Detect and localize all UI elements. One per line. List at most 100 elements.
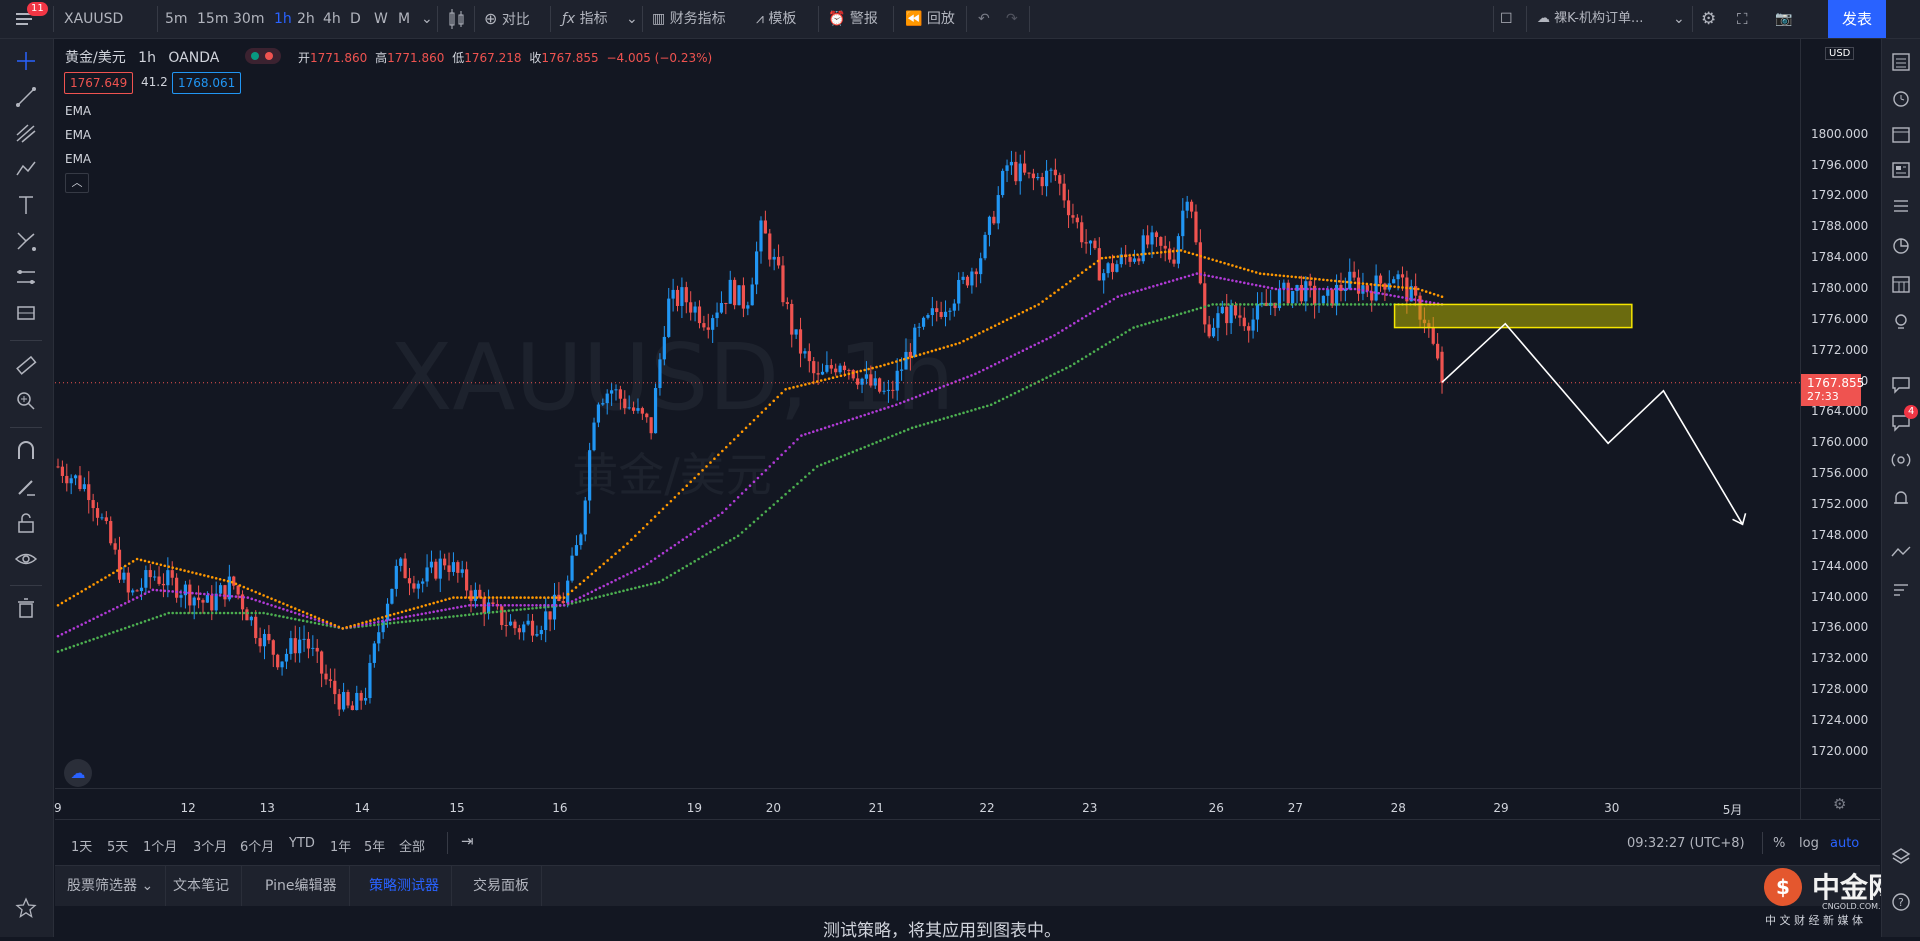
news-icon[interactable]	[1890, 159, 1912, 181]
range-button[interactable]: 1年	[330, 836, 351, 855]
help-icon[interactable]: ?	[1890, 891, 1912, 913]
clock-time[interactable]: 09:32:27 (UTC+8)	[1627, 836, 1745, 851]
auto-toggle[interactable]: auto	[1830, 836, 1859, 851]
study-legend-ema-1[interactable]: EMA	[65, 104, 91, 118]
zoom-in-icon[interactable]	[14, 389, 38, 413]
range-button[interactable]: 全部	[399, 836, 425, 855]
symbol-search[interactable]: XAUUSD	[64, 0, 154, 38]
lock-icon[interactable]	[14, 511, 38, 535]
alarm-clock-icon[interactable]	[1890, 87, 1912, 109]
range-button[interactable]: 5天	[107, 836, 128, 855]
ema-mid-dot	[1144, 287, 1147, 290]
interval-M[interactable]: M	[398, 0, 410, 38]
snapshot-button[interactable]: 📷	[1775, 0, 1792, 38]
templates-button[interactable]: ⩘ 模板	[756, 0, 796, 38]
pitchfork-icon[interactable]	[14, 121, 38, 145]
candle-body	[1181, 210, 1185, 237]
interval-2h[interactable]: 2h	[297, 0, 315, 38]
chart-pane[interactable]: XAUUSD, 1h 黄金/美元 黄金/美元 1h OANDA 开1771.86…	[55, 39, 1800, 788]
dom-icon[interactable]	[1890, 579, 1912, 601]
visibility-toggle[interactable]	[245, 48, 281, 64]
percent-toggle[interactable]: %	[1773, 836, 1785, 851]
layers-icon[interactable]	[1890, 845, 1912, 867]
sell-price-box[interactable]: 1767.649	[64, 72, 134, 94]
ema-slow-dot	[1211, 303, 1214, 306]
pattern-icon[interactable]	[14, 157, 38, 181]
calendar-icon[interactable]	[1890, 123, 1912, 145]
buy-price-box[interactable]: 1768.061	[172, 72, 242, 94]
study-legend-ema-3[interactable]: EMA	[65, 152, 91, 166]
eye-icon[interactable]	[14, 547, 38, 571]
interval-dropdown[interactable]: ⌄	[421, 0, 433, 38]
bottom-tab[interactable]: 股票筛选器 ⌄	[55, 866, 167, 906]
chat-icon[interactable]	[1890, 373, 1912, 395]
range-button[interactable]: 3个月	[193, 836, 227, 855]
range-button[interactable]: 1天	[71, 836, 92, 855]
bottom-tab[interactable]: 策略测试器	[357, 866, 452, 906]
compare-button[interactable]: ⊕ 对比	[484, 0, 530, 38]
layout-selector[interactable]: ☁ 裸K-机构订单...	[1537, 0, 1687, 38]
range-button[interactable]: 1个月	[143, 836, 177, 855]
interval-4h[interactable]: 4h	[323, 0, 341, 38]
ema-fast-dot	[309, 613, 313, 617]
list-icon[interactable]	[1890, 195, 1912, 217]
range-button[interactable]: 6个月	[240, 836, 274, 855]
grid-calendar-icon[interactable]	[1890, 273, 1912, 295]
ruler-lines-icon[interactable]	[14, 265, 38, 289]
price-axis[interactable]: USD 1720.000 1724.000 1728.000 1732.000 1736…	[1800, 39, 1881, 788]
interval-5m[interactable]: 5m	[165, 0, 188, 38]
interval-D[interactable]: D	[350, 0, 361, 38]
trend-line-icon[interactable]	[14, 85, 38, 109]
chart-type-button[interactable]	[447, 0, 467, 38]
bell-icon[interactable]	[1890, 487, 1912, 509]
text-icon[interactable]	[14, 193, 38, 217]
streams-icon[interactable]	[1890, 449, 1912, 471]
tradingview-logo[interactable]: ☁	[64, 759, 92, 787]
menu-button[interactable]: 11	[14, 0, 48, 38]
collapse-legend-button[interactable]: ︿	[65, 173, 89, 193]
replay-button[interactable]: ⏪ 回放	[905, 0, 955, 38]
indicators-button[interactable]: ƒx 指标	[562, 0, 608, 38]
layout-dropdown[interactable]: ⌄	[1673, 0, 1685, 38]
crosshair-icon[interactable]	[14, 49, 38, 73]
watchlist-icon[interactable]	[1890, 51, 1912, 73]
ema-slow-dot	[898, 431, 902, 434]
undo-button[interactable]: ↶	[978, 0, 990, 38]
financials-button[interactable]: ▥ 财务指标	[652, 0, 726, 38]
pie-chart-icon[interactable]	[1890, 235, 1912, 257]
ema-slow-dot	[519, 608, 522, 611]
interval-1h[interactable]: 1h	[274, 0, 292, 38]
publish-button[interactable]: 发表	[1828, 0, 1886, 38]
ema-fast-dot	[914, 354, 918, 358]
trash-icon[interactable]	[14, 596, 38, 620]
pencil-lock-icon[interactable]	[14, 475, 38, 499]
settings-button[interactable]: ⚙	[1701, 0, 1716, 38]
study-legend-ema-2[interactable]: EMA	[65, 128, 91, 142]
ema-mid-dot	[645, 562, 649, 566]
ema-slow-dot	[392, 621, 396, 625]
alert-button[interactable]: ⏰ 警报	[828, 0, 878, 38]
bottom-tab[interactable]: Pine编辑器	[253, 866, 350, 906]
interval-15m[interactable]: 15m	[197, 0, 228, 38]
star-icon[interactable]	[14, 896, 38, 920]
fullscreen-button[interactable]: ⛶	[1737, 0, 1748, 38]
time-axis[interactable]: 9 12 13 14 15 16 19 20 21 22 23 26 27 28 29 30 5月	[54, 788, 1800, 819]
fullscreen-layout-button[interactable]: ☐	[1500, 0, 1513, 38]
indicators-dropdown[interactable]: ⌄	[626, 0, 638, 38]
range-button[interactable]: YTD	[289, 836, 315, 851]
goto-date-icon[interactable]: ⇥	[461, 832, 474, 850]
nodes-icon[interactable]	[14, 229, 38, 253]
log-toggle[interactable]: log	[1799, 836, 1819, 851]
redo-button[interactable]: ↷	[1006, 0, 1018, 38]
lightbulb-icon[interactable]	[1890, 311, 1912, 333]
gear-icon[interactable]: ⚙	[1833, 795, 1846, 813]
range-button[interactable]: 5年	[364, 836, 385, 855]
interval-30m[interactable]: 30m	[233, 0, 264, 38]
bottom-tab[interactable]: 文本笔记	[161, 866, 242, 906]
interval-W[interactable]: W	[374, 0, 388, 38]
bottom-tab[interactable]: 交易面板	[461, 866, 542, 906]
magnet-icon[interactable]	[14, 439, 38, 463]
trading-icon[interactable]	[1890, 541, 1912, 563]
measure-icon[interactable]	[14, 353, 38, 377]
forecast-icon[interactable]	[14, 301, 38, 325]
